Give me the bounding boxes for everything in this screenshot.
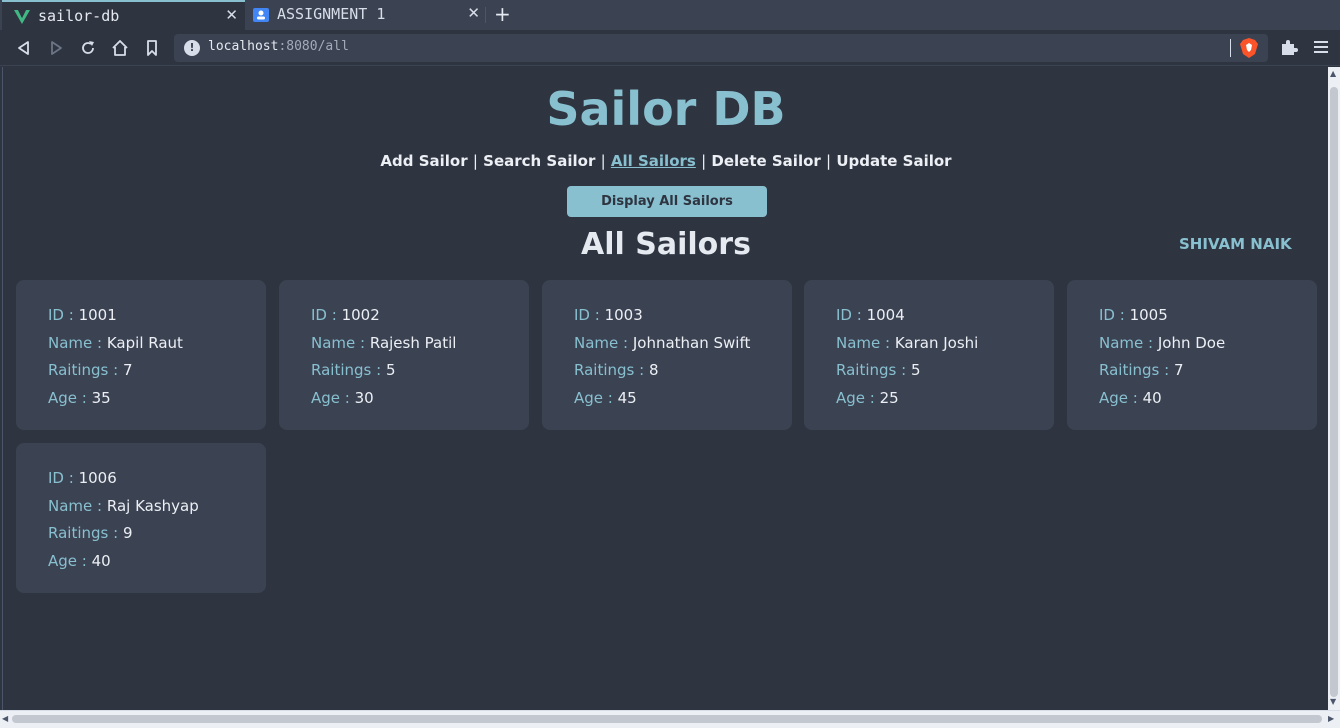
sailor-id: ID : 1004: [836, 306, 905, 324]
scroll-up-arrow-icon[interactable]: ▲: [1330, 69, 1336, 78]
page-content: Sailor DB Add Sailor | Search Sailor | A…: [2, 67, 1328, 710]
scroll-down-arrow-icon[interactable]: ▼: [1330, 697, 1336, 706]
sailor-rating: Raitings : 7: [48, 361, 133, 380]
sailor-card: ID : 1006 Name : Raj Kashyap Raitings : …: [16, 443, 266, 593]
sailor-name: Name : Kapil Raut: [48, 333, 183, 352]
nav-all-sailors[interactable]: All Sailors: [611, 152, 696, 170]
nav-separator: |: [600, 152, 606, 170]
reload-icon[interactable]: [78, 38, 98, 58]
sailor-name: Name : Karan Joshi: [836, 333, 979, 352]
sailor-card: ID : 1003 Name : Johnathan Swift Raiting…: [542, 280, 792, 430]
sailor-card: ID : 1001 Name : Kapil Raut Raitings : 7…: [16, 280, 266, 430]
display-all-sailors-button[interactable]: Display All Sailors: [567, 186, 767, 217]
bookmark-icon[interactable]: [142, 38, 162, 58]
main-nav: Add Sailor | Search Sailor | All Sailors…: [3, 152, 1329, 170]
menu-icon[interactable]: [1313, 38, 1329, 56]
sailor-age: Age : 45: [574, 389, 637, 408]
back-icon[interactable]: [14, 38, 34, 58]
sailor-age: Age : 40: [1099, 389, 1162, 408]
vertical-scroll-thumb[interactable]: [1330, 87, 1338, 697]
sailor-rating: Raitings : 9: [48, 524, 133, 543]
nav-add-sailor[interactable]: Add Sailor: [380, 152, 467, 170]
sailor-id: ID : 1006: [48, 469, 117, 487]
sailor-id: ID : 1003: [574, 306, 643, 324]
address-bar[interactable]: ! localhost:8080/all: [174, 34, 1268, 62]
new-tab-icon[interactable]: +: [494, 2, 511, 26]
nav-bar: ! localhost:8080/all: [0, 30, 1340, 66]
nav-separator: |: [701, 152, 707, 170]
section-title: All Sailors: [581, 227, 751, 262]
scroll-right-arrow-icon[interactable]: ▶: [1328, 714, 1334, 723]
forward-icon[interactable]: [46, 38, 66, 58]
tab-bar: sailor-db ✕ ASSIGNMENT 1 ✕ +: [0, 0, 1340, 30]
nav-delete-sailor[interactable]: Delete Sailor: [711, 152, 820, 170]
sailor-id: ID : 1005: [1099, 306, 1168, 324]
sailor-rating: Raitings : 8: [574, 361, 659, 380]
sailor-name: Name : Rajesh Patil: [311, 333, 457, 352]
tab-sailor-db[interactable]: sailor-db ✕: [2, 0, 245, 30]
sailor-age: Age : 35: [48, 389, 111, 408]
author-name: SHIVAM NAIK: [1179, 235, 1292, 253]
nav-separator: |: [826, 152, 832, 170]
sailor-card: ID : 1005 Name : John Doe Raitings : 7 A…: [1067, 280, 1317, 430]
horizontal-scrollbar[interactable]: ◀ ▶: [0, 710, 1340, 728]
sailor-name: Name : Johnathan Swift: [574, 333, 751, 352]
nav-update-sailor[interactable]: Update Sailor: [836, 152, 951, 170]
url-text[interactable]: localhost:8080/all: [208, 39, 349, 54]
sailor-age: Age : 30: [311, 389, 374, 408]
brave-shield-icon[interactable]: [1240, 38, 1258, 58]
sailor-card: ID : 1002 Name : Rajesh Patil Raitings :…: [279, 280, 529, 430]
scroll-left-arrow-icon[interactable]: ◀: [2, 714, 8, 723]
horizontal-scroll-thumb[interactable]: [12, 715, 1322, 723]
close-tab-icon[interactable]: ✕: [467, 4, 480, 22]
tab-separator: [485, 7, 486, 23]
site-info-icon[interactable]: !: [184, 40, 200, 56]
tab-assignment[interactable]: ASSIGNMENT 1 ✕: [247, 0, 487, 30]
sailor-rating: Raitings : 7: [1099, 361, 1184, 380]
tab-label: sailor-db: [38, 7, 120, 25]
sailor-age: Age : 40: [48, 552, 111, 571]
tab-label: ASSIGNMENT 1: [277, 5, 386, 23]
vertical-scrollbar[interactable]: ▲ ▼: [1328, 67, 1340, 710]
sailor-id: ID : 1001: [48, 306, 117, 324]
close-tab-icon[interactable]: ✕: [225, 6, 238, 24]
extensions-icon[interactable]: [1280, 38, 1298, 56]
sailor-age: Age : 25: [836, 389, 899, 408]
nav-search-sailor[interactable]: Search Sailor: [483, 152, 595, 170]
sailor-rating: Raitings : 5: [311, 361, 396, 380]
sailor-card: ID : 1004 Name : Karan Joshi Raitings : …: [804, 280, 1054, 430]
classroom-icon: [253, 8, 269, 22]
home-icon[interactable]: [110, 38, 130, 58]
nav-separator: |: [472, 152, 478, 170]
sailor-rating: Raitings : 5: [836, 361, 921, 380]
sailor-name: Name : John Doe: [1099, 333, 1226, 352]
page-title: Sailor DB: [546, 82, 786, 136]
sailor-name: Name : Raj Kashyap: [48, 496, 199, 515]
vue-logo-icon: [14, 10, 30, 24]
url-separator: [1230, 39, 1231, 57]
sailor-id: ID : 1002: [311, 306, 380, 324]
